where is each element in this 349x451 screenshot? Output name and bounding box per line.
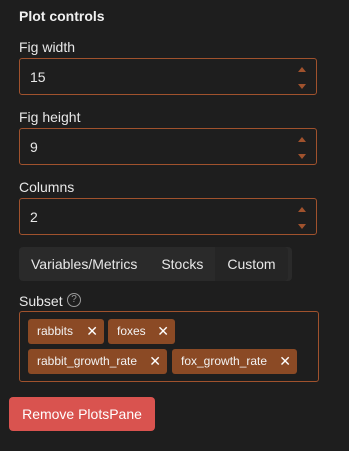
remove-plotspane-button[interactable]: Remove PlotsPane — [9, 397, 155, 431]
fig-height-value: 9 — [30, 139, 38, 155]
tab-custom[interactable]: Custom — [215, 247, 288, 281]
subset-tag-rabbits: rabbits ✕ — [28, 319, 104, 344]
tag-label: fox_growth_rate — [181, 354, 268, 368]
columns-label: Columns — [19, 179, 75, 195]
caret-down-icon[interactable] — [296, 150, 308, 162]
columns-input[interactable]: 2 — [19, 198, 317, 235]
fig-width-value: 15 — [30, 69, 46, 85]
subset-label: Subset — [19, 293, 63, 309]
caret-down-icon[interactable] — [296, 80, 308, 92]
fig-height-label: Fig height — [19, 109, 81, 125]
close-icon[interactable]: ✕ — [149, 349, 161, 374]
tag-label: rabbits — [37, 324, 74, 338]
tab-stocks[interactable]: Stocks — [149, 247, 215, 281]
close-icon[interactable]: ✕ — [279, 349, 291, 374]
help-icon[interactable]: ? — [67, 293, 81, 307]
subset-tag-rabbit-growth-rate: rabbit_growth_rate ✕ — [28, 349, 167, 374]
caret-up-icon[interactable] — [296, 64, 308, 76]
fig-width-input[interactable]: 15 — [19, 58, 317, 95]
subset-tag-fox-growth-rate: fox_growth_rate ✕ — [172, 349, 297, 374]
selection-mode-tabs: Variables/Metrics Stocks Custom — [19, 247, 292, 281]
close-icon[interactable]: ✕ — [157, 319, 169, 344]
fig-width-label: Fig width — [19, 39, 76, 55]
section-title: Plot controls — [19, 8, 105, 24]
caret-up-icon[interactable] — [296, 204, 308, 216]
plot-controls-panel: Plot controls Fig width 15 Fig height 9 … — [0, 0, 349, 451]
tag-label: foxes — [117, 324, 146, 338]
caret-down-icon[interactable] — [296, 220, 308, 232]
tag-label: rabbit_growth_rate — [37, 354, 138, 368]
fig-height-input[interactable]: 9 — [19, 128, 317, 165]
columns-value: 2 — [30, 209, 38, 225]
subset-tag-foxes: foxes ✕ — [108, 319, 175, 344]
tab-variables-metrics[interactable]: Variables/Metrics — [19, 247, 149, 281]
close-icon[interactable]: ✕ — [86, 319, 98, 344]
caret-up-icon[interactable] — [296, 134, 308, 146]
subset-multiselect[interactable]: rabbits ✕ foxes ✕ rabbit_growth_rate ✕ f… — [19, 311, 319, 382]
